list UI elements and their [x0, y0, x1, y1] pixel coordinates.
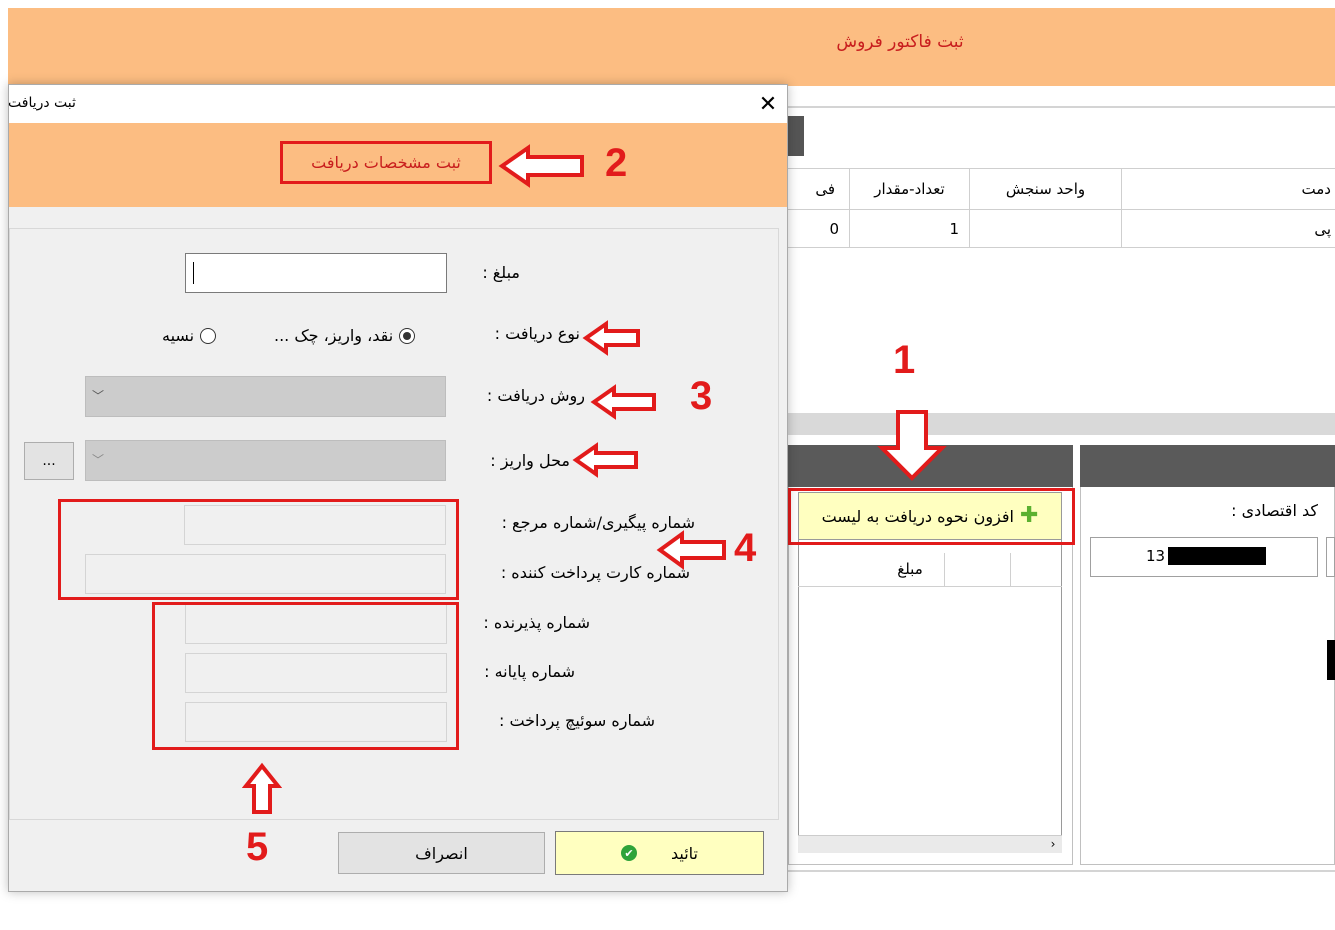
text-caret — [193, 262, 194, 284]
economic-code-value: 13 — [1146, 547, 1166, 565]
customer-panel-header — [1080, 445, 1335, 487]
confirm-label: تائید — [671, 843, 699, 863]
check-circle-icon: ✔ — [621, 845, 637, 861]
payer-card-label: شماره کارت پرداخت کننده : — [500, 563, 690, 582]
grid-cell[interactable]: 0 — [788, 210, 850, 248]
toolbar-strip — [788, 116, 804, 156]
app-title: ثبت فاکتور فروش — [836, 32, 964, 52]
arrow-left-icon — [572, 442, 638, 478]
edge-mark — [1327, 640, 1335, 680]
payments-hscrollbar[interactable] — [798, 835, 1062, 853]
col-divider — [944, 553, 945, 587]
grid-header-service: دمت — [1122, 168, 1335, 210]
economic-code-label: کد اقتصادی : — [1231, 501, 1318, 520]
radio-empty-icon — [200, 327, 217, 344]
chevron-down-icon: ﹀ — [92, 389, 105, 403]
dialog-titlebar — [9, 85, 787, 123]
amount-label: مبلغ : — [482, 263, 520, 282]
payments-col-amount: مبلغ — [897, 560, 923, 578]
receive-method-select[interactable]: ﹀ — [85, 376, 446, 417]
grid-cell[interactable]: 1 — [850, 210, 970, 248]
terminal-number-label: شماره پایانه : — [484, 662, 575, 681]
radio-selected-icon — [399, 327, 416, 344]
callout-number-2: 2 — [605, 141, 628, 185]
arrow-left-icon — [590, 384, 656, 420]
grid-header-price: فی — [788, 168, 850, 210]
arrow-up-icon — [242, 762, 282, 814]
browse-button[interactable]: ... — [24, 442, 74, 480]
field-edge — [1326, 537, 1335, 577]
arrow-left-icon — [498, 144, 584, 188]
radio-credit-label: نسیه — [162, 326, 195, 345]
divider — [788, 870, 1335, 872]
callout-number-5: 5 — [246, 825, 269, 869]
receive-type-label: نوع دریافت : — [494, 324, 580, 343]
deposit-place-select[interactable]: ﹀ — [85, 440, 446, 481]
col-divider — [1010, 553, 1011, 587]
dialog-header-title: ثبت مشخصات دریافت — [280, 141, 492, 184]
highlight-box-card-fields — [58, 499, 459, 600]
close-icon[interactable]: ✕ — [752, 88, 784, 120]
grid-header-unit: واحد سنجش — [970, 168, 1122, 210]
radio-cash[interactable]: نقد، واریز، چک ... — [274, 326, 416, 345]
deposit-place-label: محل واریز : — [490, 451, 570, 470]
arrow-left-icon — [582, 320, 640, 356]
radio-cash-label: نقد، واریز، چک ... — [274, 326, 394, 345]
grid-header-quantity: تعداد-مقدار — [850, 168, 970, 210]
switch-number-label: شماره سوئیچ پرداخت : — [498, 711, 655, 730]
chevron-down-icon: ﹀ — [92, 453, 105, 467]
cancel-button[interactable]: انصراف — [338, 832, 545, 874]
highlight-box-terminal-fields — [152, 602, 459, 750]
horizontal-scrollbar[interactable] — [788, 413, 1335, 435]
arrow-left-icon — [656, 530, 726, 570]
chevron-right-icon[interactable]: › — [1045, 836, 1061, 852]
callout-number-4: 4 — [734, 526, 757, 570]
grid-cell[interactable]: پی — [1122, 210, 1335, 248]
grid-cell[interactable] — [970, 210, 1122, 248]
highlight-box-add-payment — [788, 488, 1075, 545]
divider — [788, 106, 1335, 108]
amount-input[interactable] — [185, 253, 447, 293]
redacted-block — [1168, 547, 1266, 565]
radio-credit[interactable]: نسیه — [162, 326, 217, 345]
callout-number-1: 1 — [893, 338, 916, 382]
arrow-down-icon — [877, 410, 947, 481]
receive-method-label: روش دریافت : — [486, 386, 585, 405]
dialog-title: ثبت دریافت — [8, 95, 76, 111]
app-header-bar — [8, 8, 1335, 86]
callout-number-3: 3 — [690, 374, 713, 418]
acceptor-number-label: شماره پذیرنده : — [483, 613, 590, 632]
confirm-button[interactable]: تائید ✔ — [555, 831, 764, 875]
